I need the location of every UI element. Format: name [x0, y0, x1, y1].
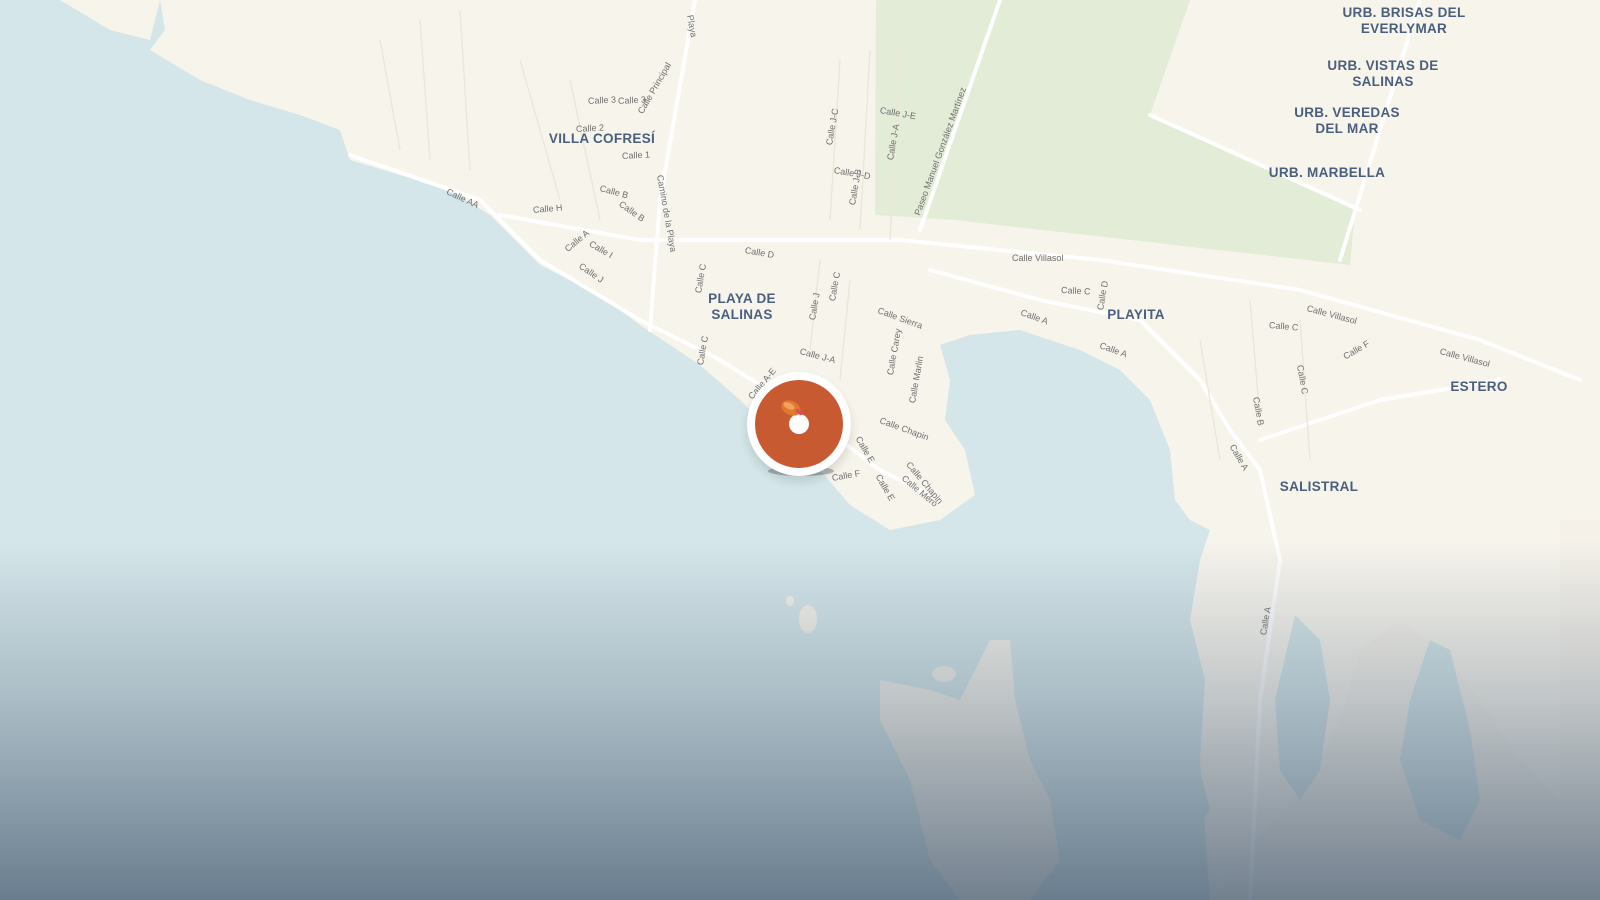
street-label: Calle 1: [621, 149, 651, 161]
street-label: Calle 3: [587, 94, 617, 106]
place-label-playita: PLAYITA: [1107, 307, 1165, 322]
street-label: Calle C: [1060, 285, 1091, 297]
island: [786, 596, 794, 606]
place-label-urb-brisas: URB. BRISAS DEL EVERLYMAR: [1342, 5, 1466, 36]
place-label-urb-vistas: URB. VISTAS DE SALINAS: [1327, 58, 1439, 89]
place-label-estero: ESTERO: [1450, 379, 1508, 394]
island: [799, 605, 817, 633]
marker-disc: [755, 380, 843, 468]
island: [932, 666, 956, 682]
location-marker[interactable]: [747, 372, 851, 476]
place-label-villa-cofresi: VILLA COFRESÍ: [548, 131, 656, 146]
place-label-salistral: SALISTRAL: [1279, 479, 1359, 494]
place-label-playa-de-salinas: PLAYA DE SALINAS: [708, 291, 776, 322]
street-label: Calle Villasol: [1012, 253, 1064, 263]
street-label: Calle 2: [575, 122, 605, 134]
buoy-icon: [781, 400, 803, 416]
place-label-urb-marbella: URB. MARBELLA: [1268, 165, 1386, 180]
place-label-urb-veredas: URB. VEREDAS DEL MAR: [1294, 105, 1400, 136]
